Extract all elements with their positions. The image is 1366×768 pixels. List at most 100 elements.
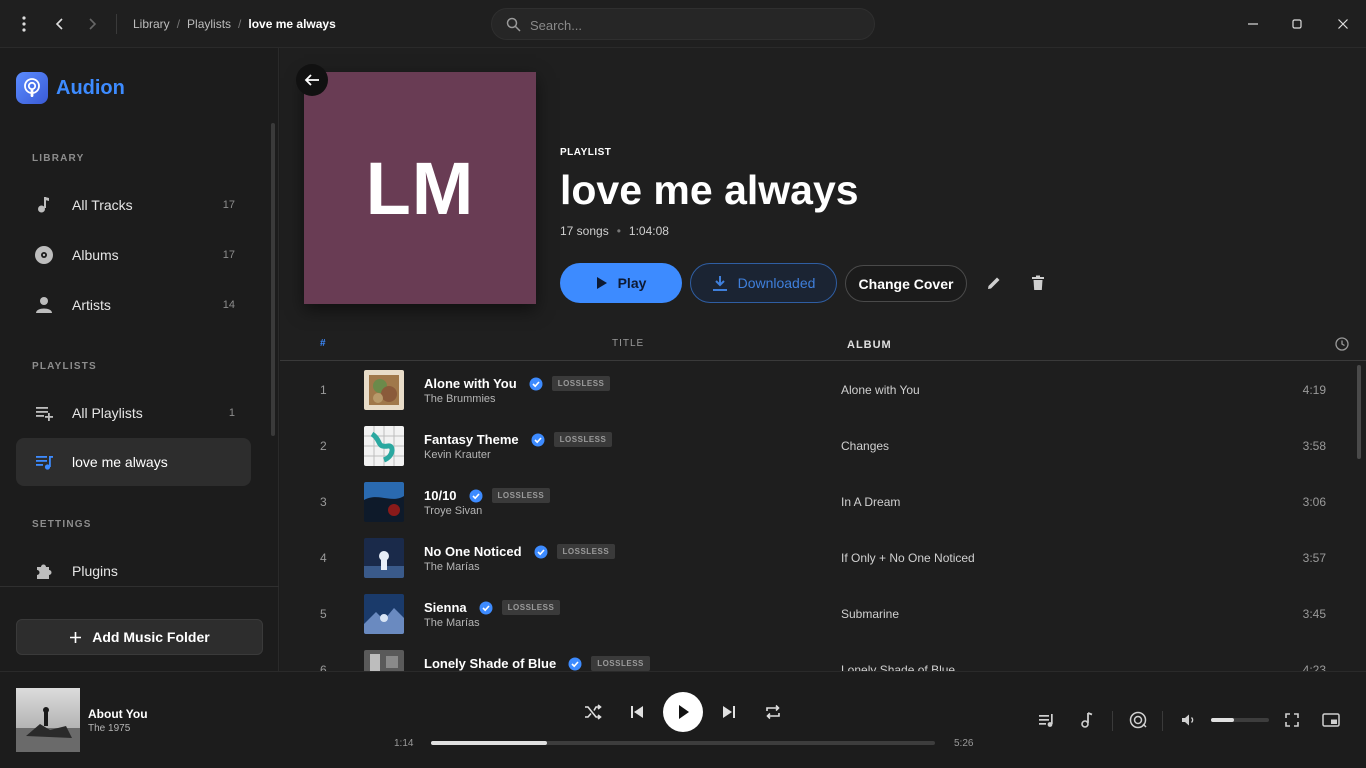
track-artist[interactable]: Kevin Krauter — [424, 449, 491, 461]
delete-icon[interactable] — [1027, 272, 1049, 294]
sidebar-item-label: Plugins — [72, 563, 118, 579]
mini-player-icon[interactable] — [1320, 710, 1342, 730]
repeat-icon[interactable] — [763, 702, 783, 722]
track-album[interactable]: Alone with You — [841, 383, 920, 397]
column-header-title[interactable]: TITLE — [612, 338, 644, 349]
track-artist[interactable]: The Marías — [424, 617, 480, 629]
download-icon — [712, 275, 727, 291]
column-header-number[interactable]: # — [320, 338, 327, 349]
downloaded-button-label: Downloaded — [737, 275, 816, 291]
volume-icon[interactable] — [1179, 710, 1199, 730]
album-art — [364, 538, 404, 578]
tracklist-scrollbar[interactable] — [1357, 365, 1361, 459]
now-playing-title[interactable]: About You — [88, 707, 148, 721]
sidebar-item-label: All Playlists — [72, 405, 143, 421]
forward-nav-icon[interactable] — [80, 12, 104, 36]
breadcrumb-current: love me always — [248, 17, 336, 31]
track-artist[interactable]: The Brummies — [424, 393, 496, 405]
table-row[interactable]: 6 Lonely Shade of Blue LOSSLESS Lonely S… — [280, 642, 1350, 671]
previous-icon[interactable] — [627, 702, 647, 722]
sidebar-item-all-playlists[interactable]: All Playlists 1 — [16, 389, 251, 437]
volume-slider[interactable] — [1211, 718, 1269, 722]
downloaded-button[interactable]: Downloaded — [690, 263, 837, 303]
track-duration: 3:45 — [1302, 607, 1326, 621]
puzzle-icon — [34, 561, 54, 581]
cast-icon[interactable] — [1127, 710, 1149, 730]
album-art — [364, 482, 404, 522]
app-brand[interactable]: Audion — [16, 72, 125, 104]
sidebar-item-label: love me always — [72, 454, 168, 470]
sidebar-item-albums[interactable]: Albums 17 — [16, 231, 251, 279]
search-box[interactable] — [491, 8, 875, 40]
table-row[interactable]: 2 Fantasy Theme LOSSLESS Kevin Krauter C… — [280, 418, 1350, 474]
queue-icon[interactable] — [1037, 710, 1057, 730]
track-album[interactable]: In A Dream — [841, 495, 900, 509]
sidebar-item-plugins[interactable]: Plugins — [16, 547, 251, 595]
table-row[interactable]: 3 10/10 LOSSLESS Troye Sivan In A Dream … — [280, 474, 1350, 530]
play-button[interactable]: Play — [560, 263, 682, 303]
change-cover-button[interactable]: Change Cover — [845, 265, 967, 302]
breadcrumb-separator: / — [238, 17, 242, 31]
song-count: 17 songs — [560, 224, 609, 238]
divider — [0, 586, 279, 587]
search-input[interactable] — [530, 16, 860, 34]
track-number: 5 — [320, 607, 327, 621]
person-icon — [34, 295, 54, 315]
playlist-meta: 17 songs • 1:04:08 — [560, 224, 669, 238]
minimize-icon[interactable] — [1241, 12, 1265, 36]
clock-icon[interactable] — [1335, 337, 1349, 351]
menu-dots-icon[interactable] — [12, 12, 36, 36]
verified-check-icon — [529, 377, 543, 391]
lossless-badge: LOSSLESS — [556, 544, 616, 559]
track-artist[interactable]: The Marías — [424, 561, 480, 573]
track-album[interactable]: Submarine — [841, 607, 899, 621]
track-album[interactable]: Lonely Shade of Blue — [841, 663, 955, 671]
change-cover-label: Change Cover — [858, 275, 954, 292]
progress-bar[interactable] — [431, 741, 935, 745]
table-row[interactable]: 5 Sienna LOSSLESS The Marías Submarine 3… — [280, 586, 1350, 642]
track-title: 10/10 — [424, 488, 457, 503]
player-bar: About You The 1975 1:14 5:26 — [0, 671, 1366, 768]
table-row[interactable]: 1 Alone with You LOSSLESS The Brummies A… — [280, 362, 1350, 418]
next-icon[interactable] — [719, 702, 739, 722]
sidebar-item-count: 1 — [228, 407, 235, 419]
shuffle-icon[interactable] — [583, 702, 603, 722]
fullscreen-icon[interactable] — [1282, 710, 1302, 730]
play-pause-button[interactable] — [663, 692, 703, 732]
sidebar-item-all-tracks[interactable]: All Tracks 17 — [16, 181, 251, 229]
section-label-playlists: PLAYLISTS — [32, 361, 97, 372]
add-music-folder-button[interactable]: Add Music Folder — [16, 619, 263, 655]
sidebar-scrollbar[interactable] — [271, 123, 275, 436]
breadcrumb-playlists[interactable]: Playlists — [187, 17, 231, 31]
title-bar: Library / Playlists / love me always — [0, 0, 1366, 48]
now-playing-art[interactable] — [16, 688, 80, 752]
section-label-library: LIBRARY — [32, 153, 85, 164]
lossless-badge: LOSSLESS — [591, 656, 650, 671]
track-artist[interactable]: Troye Sivan — [424, 505, 482, 517]
breadcrumb-separator: / — [176, 17, 181, 31]
sidebar-item-love-me-always[interactable]: love me always — [16, 438, 251, 486]
edit-icon[interactable] — [983, 272, 1005, 294]
back-nav-icon[interactable] — [48, 12, 72, 36]
album-art — [364, 594, 404, 634]
track-title: Fantasy Theme — [424, 432, 519, 447]
track-album[interactable]: If Only + No One Noticed — [841, 551, 975, 565]
back-button[interactable] — [296, 64, 328, 96]
play-icon — [679, 705, 689, 719]
table-row[interactable]: 4 No One Noticed LOSSLESS The Marías If … — [280, 530, 1350, 586]
music-note-icon — [34, 195, 54, 215]
maximize-icon[interactable] — [1285, 12, 1309, 36]
main-content: LM PLAYLIST love me always 17 songs • 1:… — [280, 48, 1366, 671]
track-duration: 3:06 — [1302, 495, 1326, 509]
breadcrumb-library[interactable]: Library — [133, 17, 170, 31]
lyrics-icon[interactable] — [1077, 710, 1097, 730]
close-icon[interactable] — [1331, 12, 1355, 36]
column-header-album[interactable]: ALBUM — [847, 339, 892, 351]
now-playing-artist[interactable]: The 1975 — [88, 723, 130, 734]
track-album[interactable]: Changes — [841, 439, 889, 453]
lossless-badge: LOSSLESS — [501, 600, 561, 615]
total-time: 5:26 — [954, 738, 974, 749]
album-art — [364, 426, 404, 466]
play-icon — [596, 277, 607, 289]
sidebar-item-artists[interactable]: Artists 14 — [16, 281, 251, 329]
